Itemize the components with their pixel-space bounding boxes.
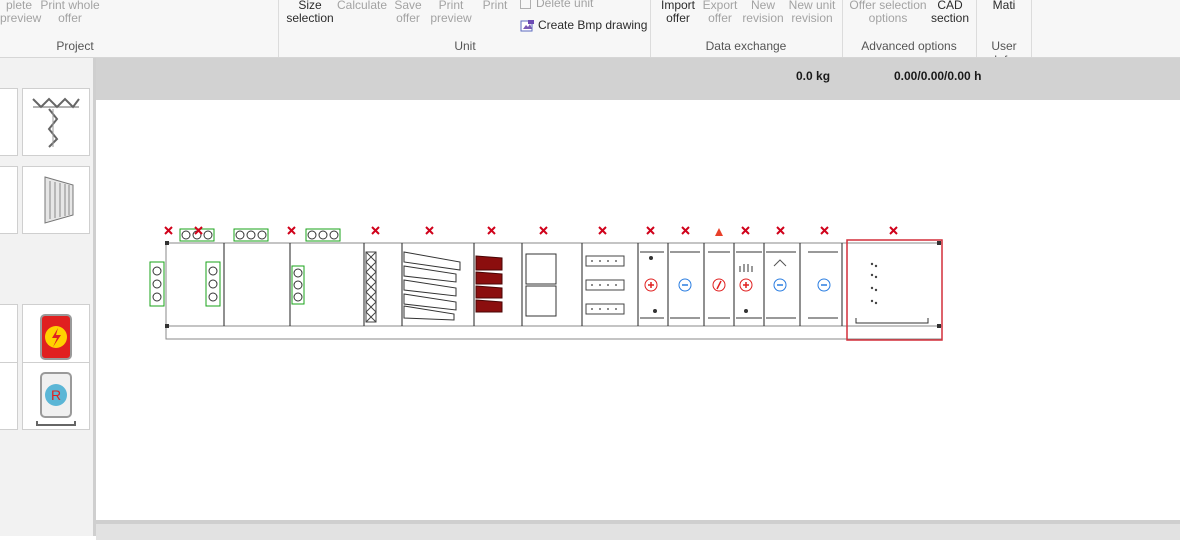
cooler-symbols — [678, 259, 831, 292]
unit-drawing — [149, 226, 943, 341]
bag-filter-element-2 — [475, 255, 503, 313]
bag-filter-element — [403, 251, 461, 321]
fan-base — [855, 318, 929, 324]
fan-section-selection — [846, 239, 943, 341]
empty-section-element — [525, 253, 557, 317]
horizontal-scrollbar[interactable] — [96, 520, 1180, 540]
panel-filter-element — [365, 251, 377, 323]
heater-symbols — [644, 256, 753, 313]
delete-markers — [164, 226, 898, 235]
damper-elements — [149, 228, 341, 307]
coil-frames — [640, 251, 838, 319]
fan-section-element — [870, 262, 878, 305]
warning-icon — [715, 228, 723, 236]
